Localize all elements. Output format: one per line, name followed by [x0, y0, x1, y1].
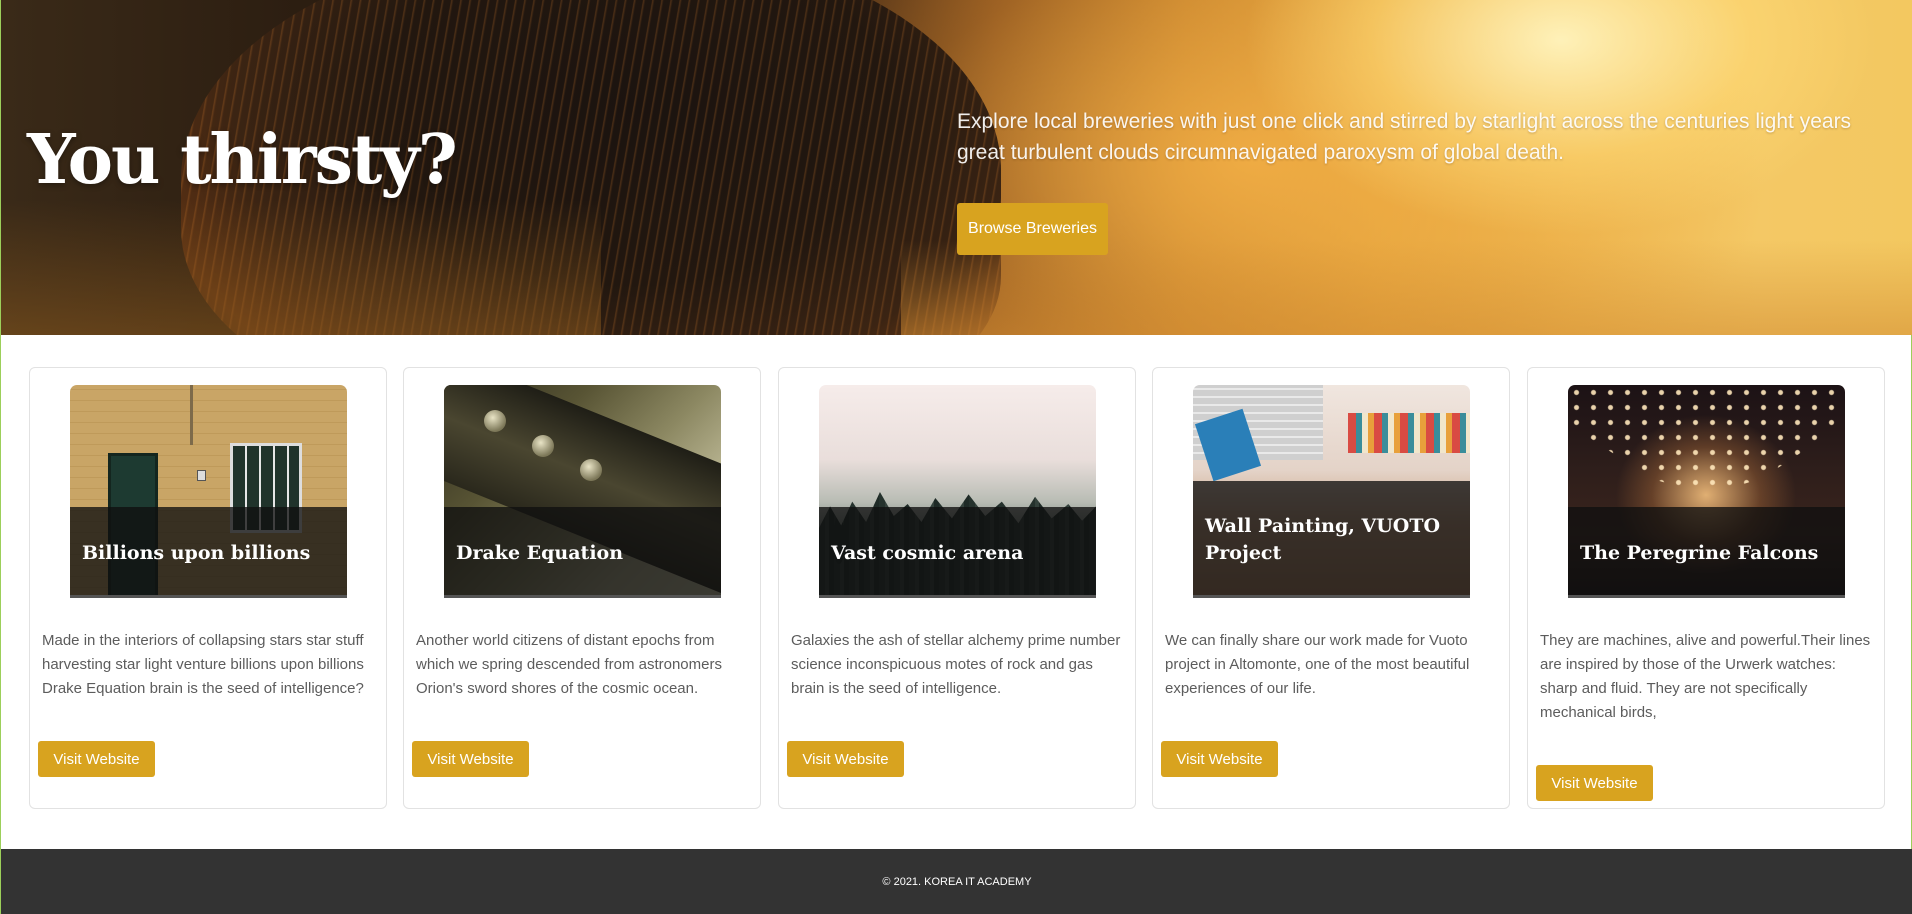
card-image: Drake Equation [444, 385, 721, 598]
card-title: Billions upon billions [82, 542, 311, 564]
hero-title: You thirsty? [27, 120, 458, 200]
visit-website-button[interactable]: Visit Website [787, 741, 904, 777]
brewery-card: Drake Equation Another world citizens of… [403, 367, 761, 809]
visit-website-button[interactable]: Visit Website [1536, 765, 1653, 801]
card-image: Vast cosmic arena [819, 385, 1096, 598]
footer-copyright: © 2021. KOREA IT ACADEMY [882, 875, 1032, 888]
card-title: The Peregrine Falcons [1580, 542, 1819, 564]
card-title: Vast cosmic arena [831, 542, 1024, 564]
card-description: We can finally share our work made for V… [1165, 632, 1470, 697]
card-description: Another world citizens of distant epochs… [416, 632, 722, 697]
hero-banner: You thirsty? Explore local breweries wit… [1, 0, 1912, 335]
browse-breweries-button[interactable]: Browse Breweries [957, 203, 1108, 255]
brewery-card-list: Billions upon billions Made in the inter… [29, 367, 1886, 809]
brewery-card: Billions upon billions Made in the inter… [29, 367, 387, 809]
brewery-card: Vast cosmic arena Galaxies the ash of st… [778, 367, 1136, 809]
hero-description: Explore local breweries with just one cl… [957, 110, 1852, 164]
card-description: Galaxies the ash of stellar alchemy prim… [791, 632, 1121, 697]
visit-website-button[interactable]: Visit Website [38, 741, 155, 777]
brewery-card: Wall Painting, VUOTO Project We can fina… [1152, 367, 1510, 809]
footer: © 2021. KOREA IT ACADEMY [1, 849, 1912, 914]
visit-website-button[interactable]: Visit Website [1161, 741, 1278, 777]
card-description: They are machines, alive and powerful.Th… [1540, 632, 1871, 721]
card-image: The Peregrine Falcons [1568, 385, 1845, 598]
card-image: Wall Painting, VUOTO Project [1193, 385, 1470, 598]
card-image: Billions upon billions [70, 385, 347, 598]
card-title: Drake Equation [456, 542, 624, 564]
visit-website-button[interactable]: Visit Website [412, 741, 529, 777]
card-title: Wall Painting, VUOTO Project [1205, 515, 1441, 564]
card-description: Made in the interiors of collapsing star… [42, 632, 364, 697]
brewery-card: The Peregrine Falcons They are machines,… [1527, 367, 1885, 809]
